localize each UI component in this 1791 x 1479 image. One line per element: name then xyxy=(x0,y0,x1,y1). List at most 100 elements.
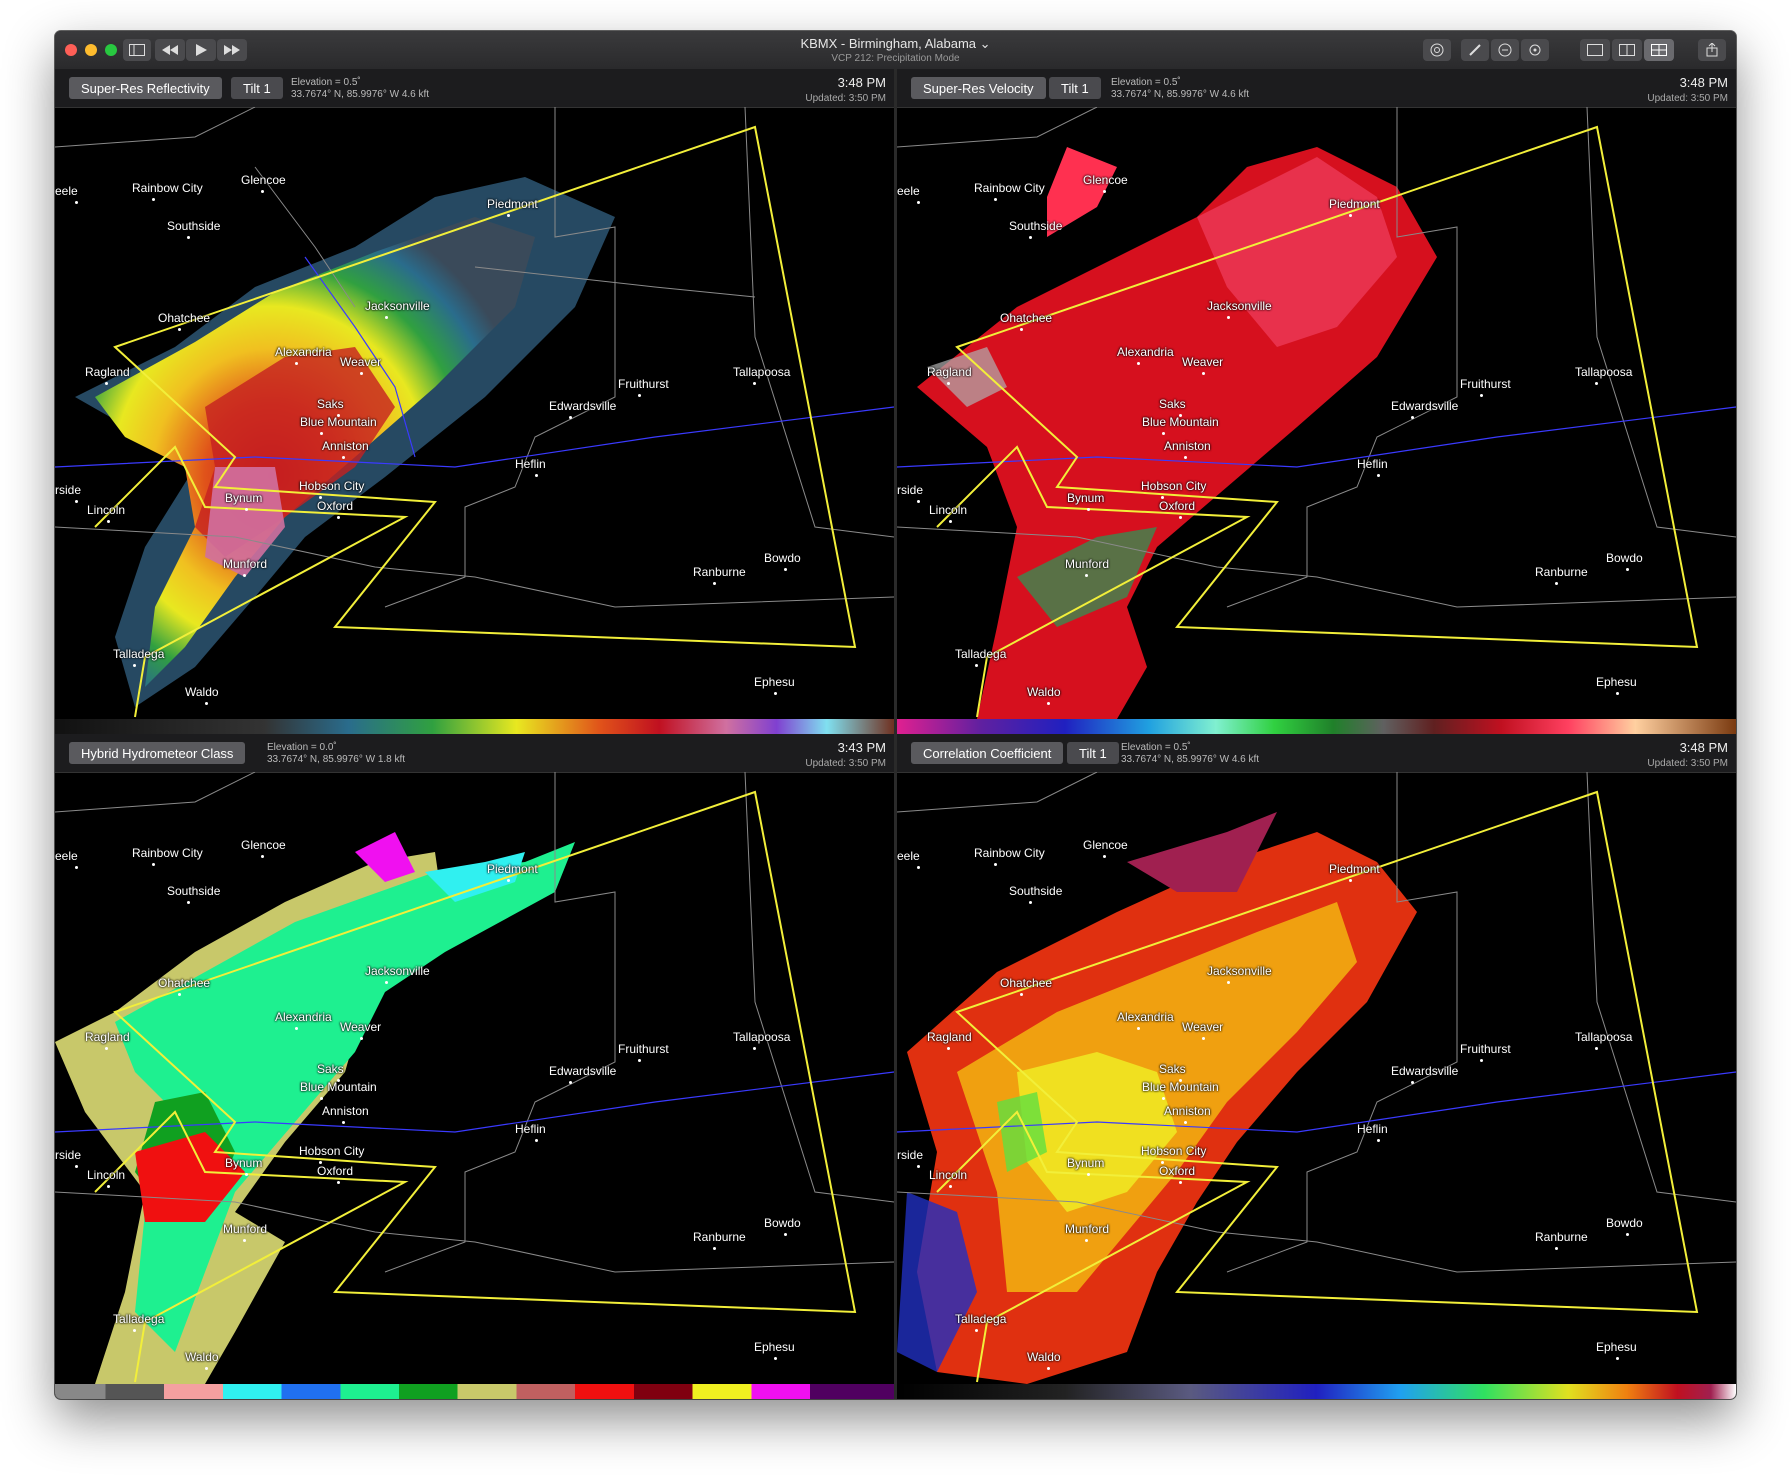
radar-map[interactable] xyxy=(897,107,1736,719)
crosshair-icon xyxy=(1529,44,1541,56)
city-label: Bynum xyxy=(1067,491,1105,505)
city-label: Glencoe xyxy=(1083,173,1128,187)
city-marker xyxy=(713,1247,716,1250)
draw-button[interactable] xyxy=(1461,39,1489,61)
city-marker xyxy=(1480,394,1483,397)
tilt-selector[interactable]: Tilt 1 xyxy=(231,77,283,99)
city-label: Oxford xyxy=(317,1164,354,1178)
panel-reflectivity[interactable]: Super-Res Reflectivity Tilt 1 Elevation … xyxy=(55,69,894,734)
product-selector[interactable]: Correlation Coefficient xyxy=(911,742,1064,764)
radar-map[interactable] xyxy=(55,107,894,719)
color-scale xyxy=(55,719,894,734)
city-label: Waldo xyxy=(1027,1350,1061,1364)
city-label: rside xyxy=(55,1148,82,1162)
city-marker xyxy=(245,508,248,511)
city-label: Bynum xyxy=(225,491,263,505)
city-marker xyxy=(774,692,777,695)
panel-correlation[interactable]: Correlation Coefficient Tilt 1 Elevation… xyxy=(897,734,1736,1399)
city-label: Piedmont xyxy=(487,197,538,211)
city-marker xyxy=(360,372,363,375)
city-marker xyxy=(75,866,78,869)
single-layout-button[interactable] xyxy=(1580,39,1610,61)
city-label: Ohatchee xyxy=(158,311,211,325)
city-marker xyxy=(152,863,155,866)
city-marker xyxy=(1626,1233,1629,1236)
city-label: Tallapoosa xyxy=(733,1030,791,1044)
city-marker xyxy=(1595,1047,1598,1050)
target-button[interactable] xyxy=(1423,39,1451,61)
city-label: Edwardsville xyxy=(549,1064,617,1078)
city-marker xyxy=(917,866,920,869)
city-label: Oxford xyxy=(1159,499,1196,513)
panel-header: Super-Res Velocity Tilt 1 Elevation = 0.… xyxy=(897,69,1736,108)
city-label: Rainbow City xyxy=(132,181,203,195)
city-label: Fruithurst xyxy=(618,377,669,391)
city-label: Ohatchee xyxy=(158,976,211,990)
city-marker xyxy=(917,1165,920,1168)
city-label: Southside xyxy=(167,884,221,898)
city-label: Anniston xyxy=(322,439,369,453)
product-selector[interactable]: Super-Res Velocity xyxy=(911,77,1046,99)
product-selector[interactable]: Super-Res Reflectivity xyxy=(69,77,222,99)
city-label: Waldo xyxy=(185,1350,219,1364)
city-label: Ragland xyxy=(85,1030,130,1044)
panel-velocity[interactable]: Super-Res Velocity Tilt 1 Elevation = 0.… xyxy=(897,69,1736,734)
locate-button[interactable] xyxy=(1521,39,1549,61)
city-label: Tallapoosa xyxy=(733,365,791,379)
city-label: Ranburne xyxy=(693,1230,746,1244)
remove-button[interactable] xyxy=(1491,39,1519,61)
city-marker xyxy=(1029,901,1032,904)
panel-header: Hybrid Hydrometeor Class Elevation = 0.0… xyxy=(55,734,894,773)
city-label: Ephesu xyxy=(1596,1340,1637,1354)
city-label: Bynum xyxy=(1067,1156,1105,1170)
city-marker xyxy=(187,236,190,239)
city-marker xyxy=(261,855,264,858)
tilt-selector[interactable]: Tilt 1 xyxy=(1049,77,1101,99)
minus-circle-icon xyxy=(1498,43,1512,57)
city-label: Talladega xyxy=(113,1312,165,1326)
city-marker xyxy=(917,201,920,204)
city-marker xyxy=(1626,568,1629,571)
city-label: Edwardsville xyxy=(549,399,617,413)
dual-layout-icon xyxy=(1619,44,1635,56)
updated-time: Updated: 3:50 PM xyxy=(805,93,886,104)
app-window: KBMX - Birmingham, Alabama ⌄ VCP 212: Pr… xyxy=(55,31,1736,1399)
radar-map[interactable] xyxy=(55,772,894,1384)
city-marker xyxy=(1184,1121,1187,1124)
city-label: Weaver xyxy=(1182,355,1224,369)
city-marker xyxy=(243,1239,246,1242)
single-layout-icon xyxy=(1587,44,1603,56)
panel-header: Correlation Coefficient Tilt 1 Elevation… xyxy=(897,734,1736,773)
city-label: Heflin xyxy=(515,1122,546,1136)
quad-layout-button[interactable] xyxy=(1644,39,1674,61)
city-label: Lincoln xyxy=(87,1168,126,1182)
city-marker xyxy=(107,520,110,523)
panel-hydrometeor[interactable]: Hybrid Hydrometeor Class Elevation = 0.0… xyxy=(55,734,894,1399)
city-label: eele xyxy=(55,184,78,198)
city-marker xyxy=(133,1329,136,1332)
radar-map[interactable] xyxy=(897,772,1736,1384)
city-marker xyxy=(638,1059,641,1062)
city-label: Lincoln xyxy=(87,503,126,517)
city-label: Blue Mountain xyxy=(1142,1080,1219,1094)
share-icon xyxy=(1706,43,1718,57)
city-label: Bowdo xyxy=(1606,1216,1643,1230)
tilt-selector[interactable]: Tilt 1 xyxy=(1067,742,1119,764)
city-label: Alexandria xyxy=(1117,345,1174,359)
city-label: Glencoe xyxy=(1083,838,1128,852)
city-marker xyxy=(337,1181,340,1184)
dual-layout-button[interactable] xyxy=(1612,39,1642,61)
share-button[interactable] xyxy=(1698,39,1726,61)
product-selector[interactable]: Hybrid Hydrometeor Class xyxy=(69,742,246,764)
city-marker xyxy=(205,1367,208,1370)
city-marker xyxy=(75,201,78,204)
city-label: Edwardsville xyxy=(1391,1064,1459,1078)
city-label: Bowdo xyxy=(764,1216,801,1230)
city-label: Heflin xyxy=(515,457,546,471)
city-marker xyxy=(337,516,340,519)
city-label: Heflin xyxy=(1357,457,1388,471)
city-label: Edwardsville xyxy=(1391,399,1459,413)
city-marker xyxy=(994,863,997,866)
city-label: Saks xyxy=(317,397,344,411)
city-marker xyxy=(569,416,572,419)
